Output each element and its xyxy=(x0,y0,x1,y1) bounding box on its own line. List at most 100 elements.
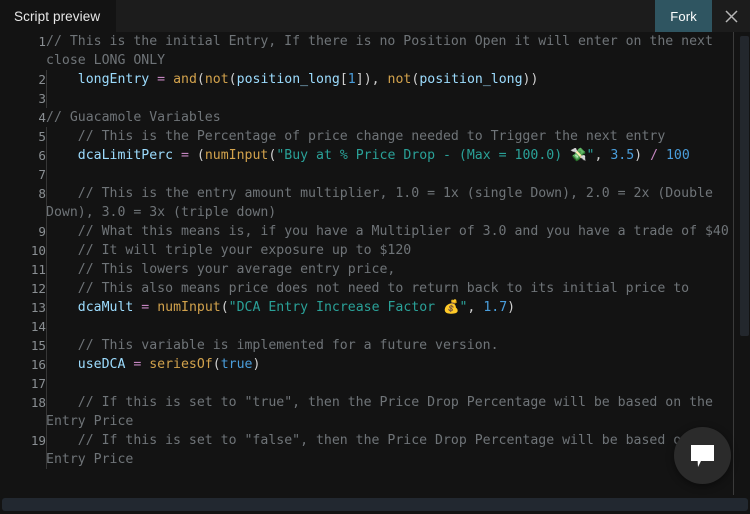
code-token-var: useDCA xyxy=(46,357,134,372)
code-line-content[interactable]: dcaLimitPerc = (numInput("Buy at % Price… xyxy=(46,146,750,165)
code-token-cm: // If this is set to "false", then the P… xyxy=(46,433,721,467)
code-token-nu: 1 xyxy=(347,72,356,87)
code-line: 5 // This is the Percentage of price cha… xyxy=(0,127,750,146)
code-line-content[interactable]: longEntry = and(not(position_long[1]), n… xyxy=(46,70,750,89)
code-token-var: longEntry xyxy=(46,72,158,87)
code-line: 7 xyxy=(0,165,750,184)
code-line: 14 xyxy=(0,317,750,336)
fork-button[interactable]: Fork xyxy=(655,0,712,32)
code-line-content[interactable] xyxy=(46,374,750,393)
code-token-pn: )) xyxy=(522,72,539,87)
code-line-content[interactable]: // Guacamole Variables xyxy=(46,108,750,127)
code-line-content[interactable] xyxy=(46,317,750,336)
code-token-cm: // This is the initial Entry, If there i… xyxy=(46,34,721,68)
code-line-content[interactable]: dcaMult = numInput("DCA Entry Increase F… xyxy=(46,298,750,317)
code-token-cm: // This also means price does not need t… xyxy=(46,281,690,296)
line-number: 4 xyxy=(38,110,46,125)
line-number: 8 xyxy=(38,186,46,201)
horizontal-scrollbar[interactable] xyxy=(0,495,750,514)
code-line-content[interactable]: // This lowers your average entry price, xyxy=(46,260,750,279)
code-token-op: / xyxy=(650,148,666,163)
code-token-pn: ) xyxy=(252,357,261,372)
code-token-fn: not xyxy=(204,72,229,87)
horizontal-scrollbar-thumb[interactable] xyxy=(2,498,748,511)
code-token-em: 💸 xyxy=(570,148,587,163)
code-token-pn: [ xyxy=(339,72,348,87)
code-line: 3 xyxy=(0,89,750,108)
code-token-cm: // This is the entry amount multiplier, … xyxy=(46,186,721,220)
code-token-pn: ]) xyxy=(355,72,372,87)
code-token-cm: // Guacamole Variables xyxy=(46,110,221,125)
code-token-op: = xyxy=(157,72,174,87)
code-line: 8 // This is the entry amount multiplier… xyxy=(0,184,750,222)
code-line-content[interactable]: // This also means price does not need t… xyxy=(46,279,750,298)
code-token-st: "DCA Entry Increase Factor xyxy=(228,300,444,315)
code-editor[interactable]: 1// This is the initial Entry, If there … xyxy=(0,32,750,495)
line-number: 1 xyxy=(38,34,46,49)
code-line: 15 // This variable is implemented for a… xyxy=(0,336,750,355)
line-number: 15 xyxy=(30,338,46,353)
code-token-pn: ( xyxy=(196,72,205,87)
code-line-content[interactable] xyxy=(46,165,750,184)
code-line-content[interactable]: // It will triple your exposure up to $1… xyxy=(46,241,750,260)
line-number: 14 xyxy=(30,319,46,334)
vertical-scrollbar-thumb[interactable] xyxy=(740,36,749,336)
chat-support-button[interactable] xyxy=(674,427,731,484)
code-token-em: 💰 xyxy=(443,300,460,315)
code-token-op: = xyxy=(141,300,158,315)
code-line: 4// Guacamole Variables xyxy=(0,108,750,127)
code-token-pn: ( xyxy=(220,300,229,315)
preview-header: Script preview Fork xyxy=(0,0,750,32)
code-line-content[interactable]: // This is the entry amount multiplier, … xyxy=(46,184,750,222)
line-number: 11 xyxy=(30,262,46,277)
vertical-scrollbar[interactable] xyxy=(739,32,750,495)
code-token-pn: ) xyxy=(634,148,651,163)
code-line: 2 longEntry = and(not(position_long[1]),… xyxy=(0,70,750,89)
code-line-content[interactable]: // If this is set to "true", then the Pr… xyxy=(46,393,750,431)
code-token-pn: ( xyxy=(196,148,205,163)
code-line: 19 // If this is set to "false", then th… xyxy=(0,431,750,469)
code-token-pn: , xyxy=(467,300,484,315)
code-line: 13 dcaMult = numInput("DCA Entry Increas… xyxy=(0,298,750,317)
line-number: 16 xyxy=(30,357,46,372)
code-token-op: = xyxy=(133,357,150,372)
code-line: 12 // This also means price does not nee… xyxy=(0,279,750,298)
line-number: 13 xyxy=(30,300,46,315)
code-token-fn: not xyxy=(387,72,412,87)
code-token-fn: numInput xyxy=(204,148,269,163)
line-number: 10 xyxy=(30,243,46,258)
code-line-content[interactable]: // This is the initial Entry, If there i… xyxy=(46,32,750,70)
code-line-content[interactable]: // This is the Percentage of price chang… xyxy=(46,127,750,146)
code-line-content[interactable]: useDCA = seriesOf(true) xyxy=(46,355,750,374)
code-token-cm: // It will triple your exposure up to $1… xyxy=(46,243,412,258)
code-token-pn: ( xyxy=(212,357,221,372)
line-number: 2 xyxy=(38,72,46,87)
code-token-nu: 100 xyxy=(665,148,690,163)
code-token-fn: numInput xyxy=(157,300,221,315)
code-line-content[interactable]: // What this means is, if you have a Mul… xyxy=(46,222,750,241)
code-token-fn: and xyxy=(173,72,197,87)
code-line-content[interactable]: // This variable is implemented for a fu… xyxy=(46,336,750,355)
script-preview-body: 1// This is the initial Entry, If there … xyxy=(0,32,750,514)
code-line: 16 useDCA = seriesOf(true) xyxy=(0,355,750,374)
line-number: 12 xyxy=(30,281,46,296)
code-token-pn: ( xyxy=(228,72,237,87)
line-number: 18 xyxy=(30,395,46,410)
code-token-var: position_long xyxy=(419,72,523,87)
code-line: 1// This is the initial Entry, If there … xyxy=(0,32,750,70)
line-number: 7 xyxy=(38,167,46,182)
code-token-var: dcaMult xyxy=(46,300,142,315)
code-line: 6 dcaLimitPerc = (numInput("Buy at % Pri… xyxy=(0,146,750,165)
tab-script-preview[interactable]: Script preview xyxy=(0,0,117,32)
code-lines-table: 1// This is the initial Entry, If there … xyxy=(0,32,750,469)
close-button[interactable] xyxy=(712,0,750,32)
code-line-content[interactable]: // If this is set to "false", then the P… xyxy=(46,431,750,469)
close-icon xyxy=(724,9,739,24)
code-token-cm: // This is the Percentage of price chang… xyxy=(46,129,666,144)
line-number: 5 xyxy=(38,129,46,144)
code-token-pn: ) xyxy=(507,300,516,315)
code-line: 11 // This lowers your average entry pri… xyxy=(0,260,750,279)
code-line-content[interactable] xyxy=(46,89,750,108)
code-token-cm: // This lowers your average entry price, xyxy=(46,262,396,277)
code-token-nu: 1.7 xyxy=(483,300,508,315)
